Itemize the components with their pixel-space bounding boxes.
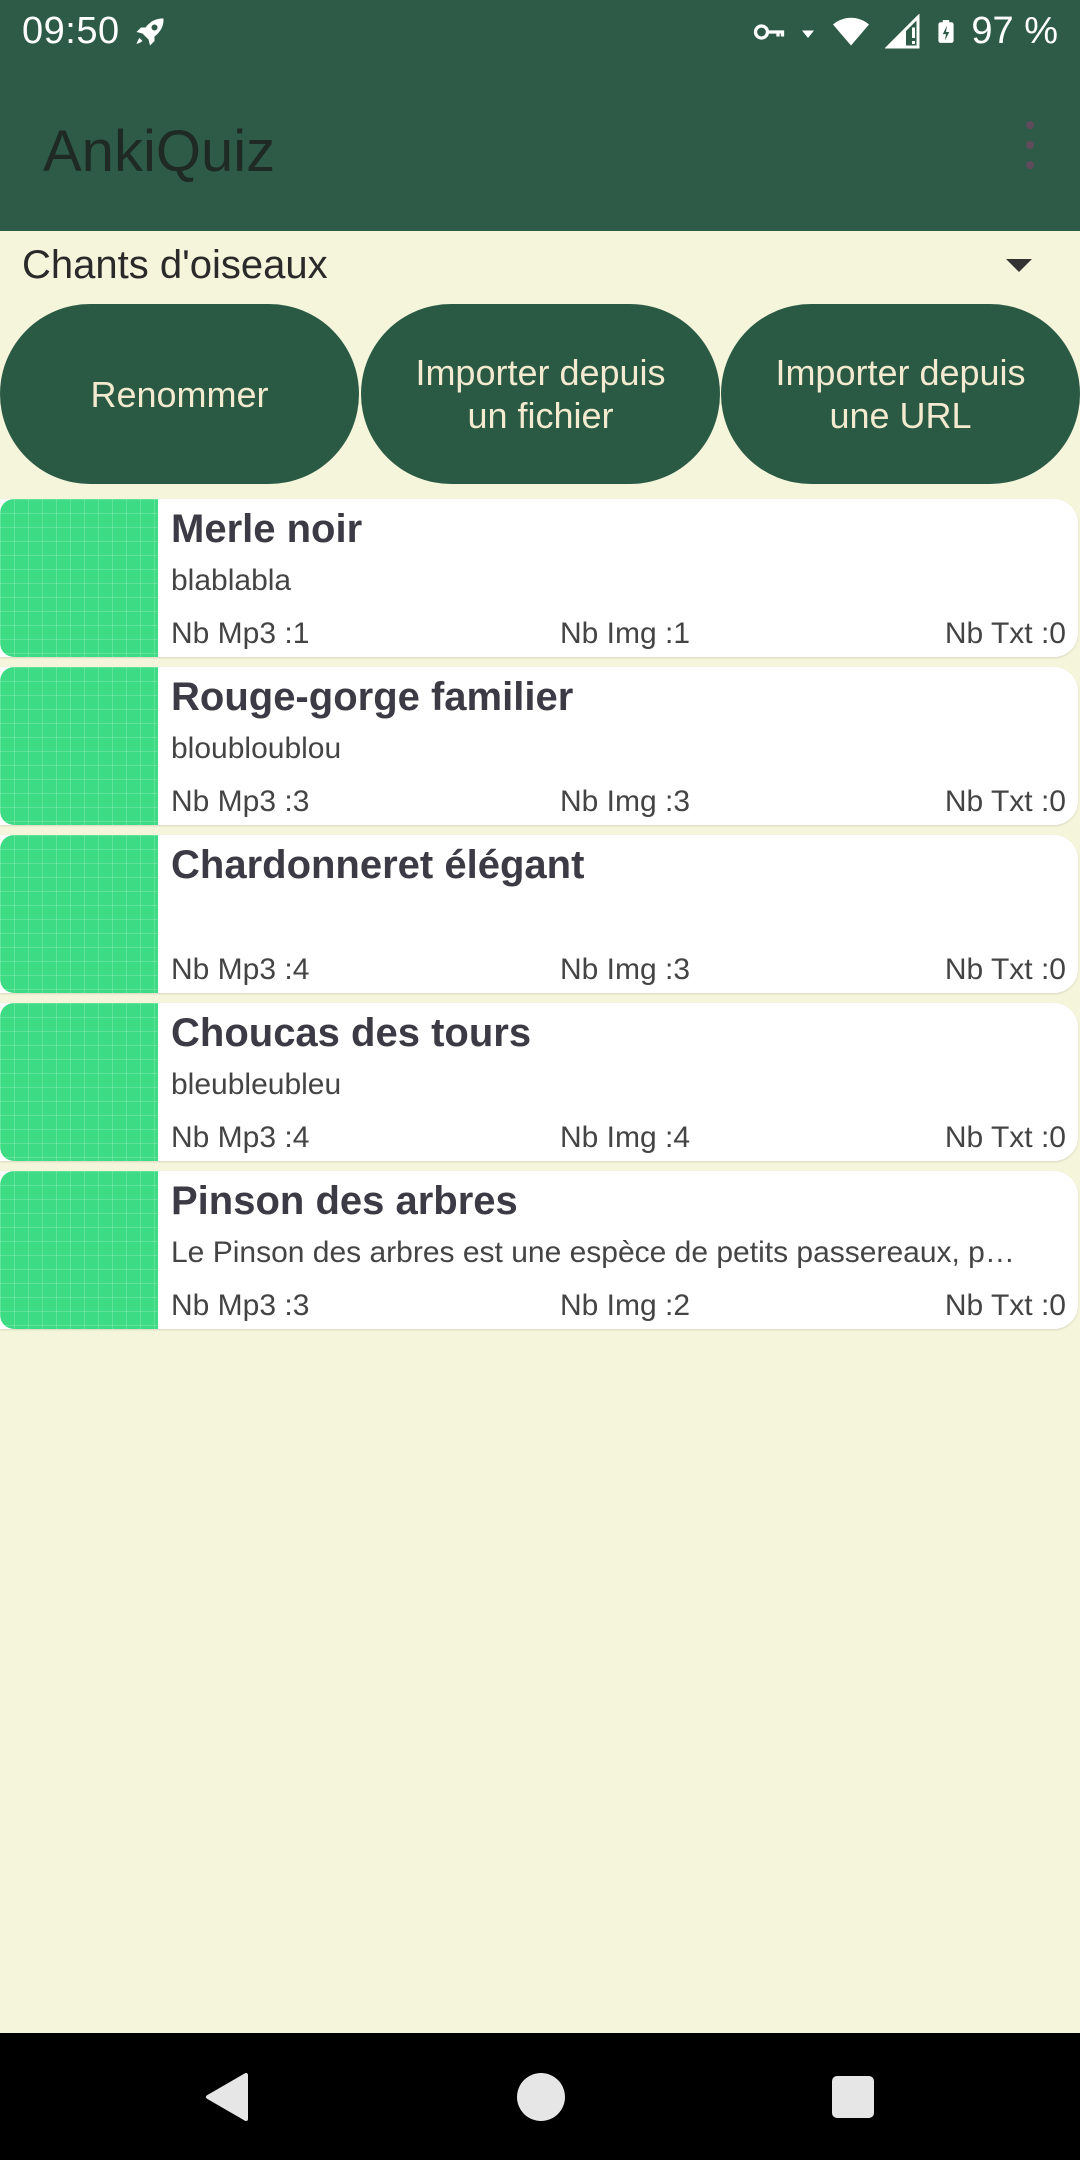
battery-charging-icon [938, 19, 954, 43]
card-txt-count: Nb Txt :0 [944, 1289, 1066, 1322]
signal-icon [885, 13, 920, 48]
battery-level: 97 % [971, 10, 1058, 52]
deck-spinner[interactable]: Chants d'oiseaux [0, 231, 1080, 299]
vpn-key-icon [754, 23, 785, 40]
card-txt-count: Nb Txt :0 [944, 785, 1066, 818]
card-txt-count: Nb Txt :0 [944, 1121, 1066, 1154]
card-mp3-count: Nb Mp3 :4 [171, 953, 310, 986]
card-mp3-count: Nb Mp3 :1 [171, 617, 310, 650]
card-img-count: Nb Img :3 [560, 785, 691, 818]
card-mp3-count: Nb Mp3 :4 [171, 1121, 310, 1154]
card-description: blablabla [171, 564, 292, 597]
card-title: Pinson des arbres [171, 1179, 518, 1223]
home-icon[interactable] [517, 2073, 565, 2121]
status-icons: 97 % [751, 10, 1058, 53]
card-item[interactable]: Choucas des tours bleubleubleu Nb Mp3 :4… [0, 1003, 1078, 1161]
app-title: AnkiQuiz [43, 119, 276, 184]
deck-spinner-value: Chants d'oiseaux [22, 243, 328, 287]
dropdown-arrow-icon [1006, 259, 1032, 272]
card-item[interactable]: Merle noir blablabla Nb Mp3 :1 Nb Img :1… [0, 499, 1078, 657]
card-title: Chardonneret élégant [171, 843, 585, 887]
rocket-icon [136, 18, 164, 46]
card-thumbnail [0, 1003, 158, 1161]
card-title: Merle noir [171, 507, 363, 551]
card-item[interactable]: Pinson des arbres Le Pinson des arbres e… [0, 1171, 1078, 1329]
card-item[interactable]: Chardonneret élégant Nb Mp3 :4 Nb Img :3… [0, 835, 1078, 993]
card-mp3-count: Nb Mp3 :3 [171, 1289, 310, 1322]
card-item[interactable]: Rouge-gorge familier bloubloublou Nb Mp3… [0, 667, 1078, 825]
card-description: bleubleubleu [171, 1068, 342, 1101]
card-mp3-count: Nb Mp3 :3 [171, 785, 310, 818]
card-thumbnail [0, 835, 158, 993]
card-txt-count: Nb Txt :0 [944, 617, 1066, 650]
card-title: Choucas des tours [171, 1011, 532, 1055]
card-description: Le Pinson des arbres est une espèce de p… [171, 1236, 1015, 1269]
wifi-icon [833, 17, 870, 45]
card-thumbnail [0, 667, 158, 825]
overflow-menu-icon[interactable] [1018, 121, 1042, 169]
navigation-bar [0, 2033, 1080, 2160]
rename-button-label: Renommer [90, 373, 269, 415]
card-img-count: Nb Img :2 [560, 1289, 691, 1322]
card-img-count: Nb Img :3 [560, 953, 691, 986]
data-arrows-icon [802, 30, 815, 38]
card-description: bloubloublou [171, 732, 342, 765]
card-thumbnail [0, 1171, 158, 1329]
card-thumbnail [0, 499, 158, 657]
import-file-button-label: Importer depuis un fichier [415, 352, 666, 436]
rename-button[interactable]: Renommer [0, 304, 359, 484]
app-header: 09:50 97 % AnkiQuiz [0, 0, 1080, 231]
back-icon[interactable] [204, 2073, 250, 2121]
card-img-count: Nb Img :4 [560, 1121, 691, 1154]
import-file-button[interactable]: Importer depuis un fichier [361, 304, 720, 484]
recents-icon[interactable] [832, 2076, 874, 2118]
status-time: 09:50 [22, 10, 120, 52]
card-txt-count: Nb Txt :0 [944, 953, 1066, 986]
card-img-count: Nb Img :1 [560, 617, 691, 650]
card-title: Rouge-gorge familier [171, 675, 574, 719]
import-url-button-label: Importer depuis une URL [775, 352, 1026, 436]
import-url-button[interactable]: Importer depuis une URL [721, 304, 1080, 484]
status-bar: 09:50 97 % [0, 0, 1080, 66]
